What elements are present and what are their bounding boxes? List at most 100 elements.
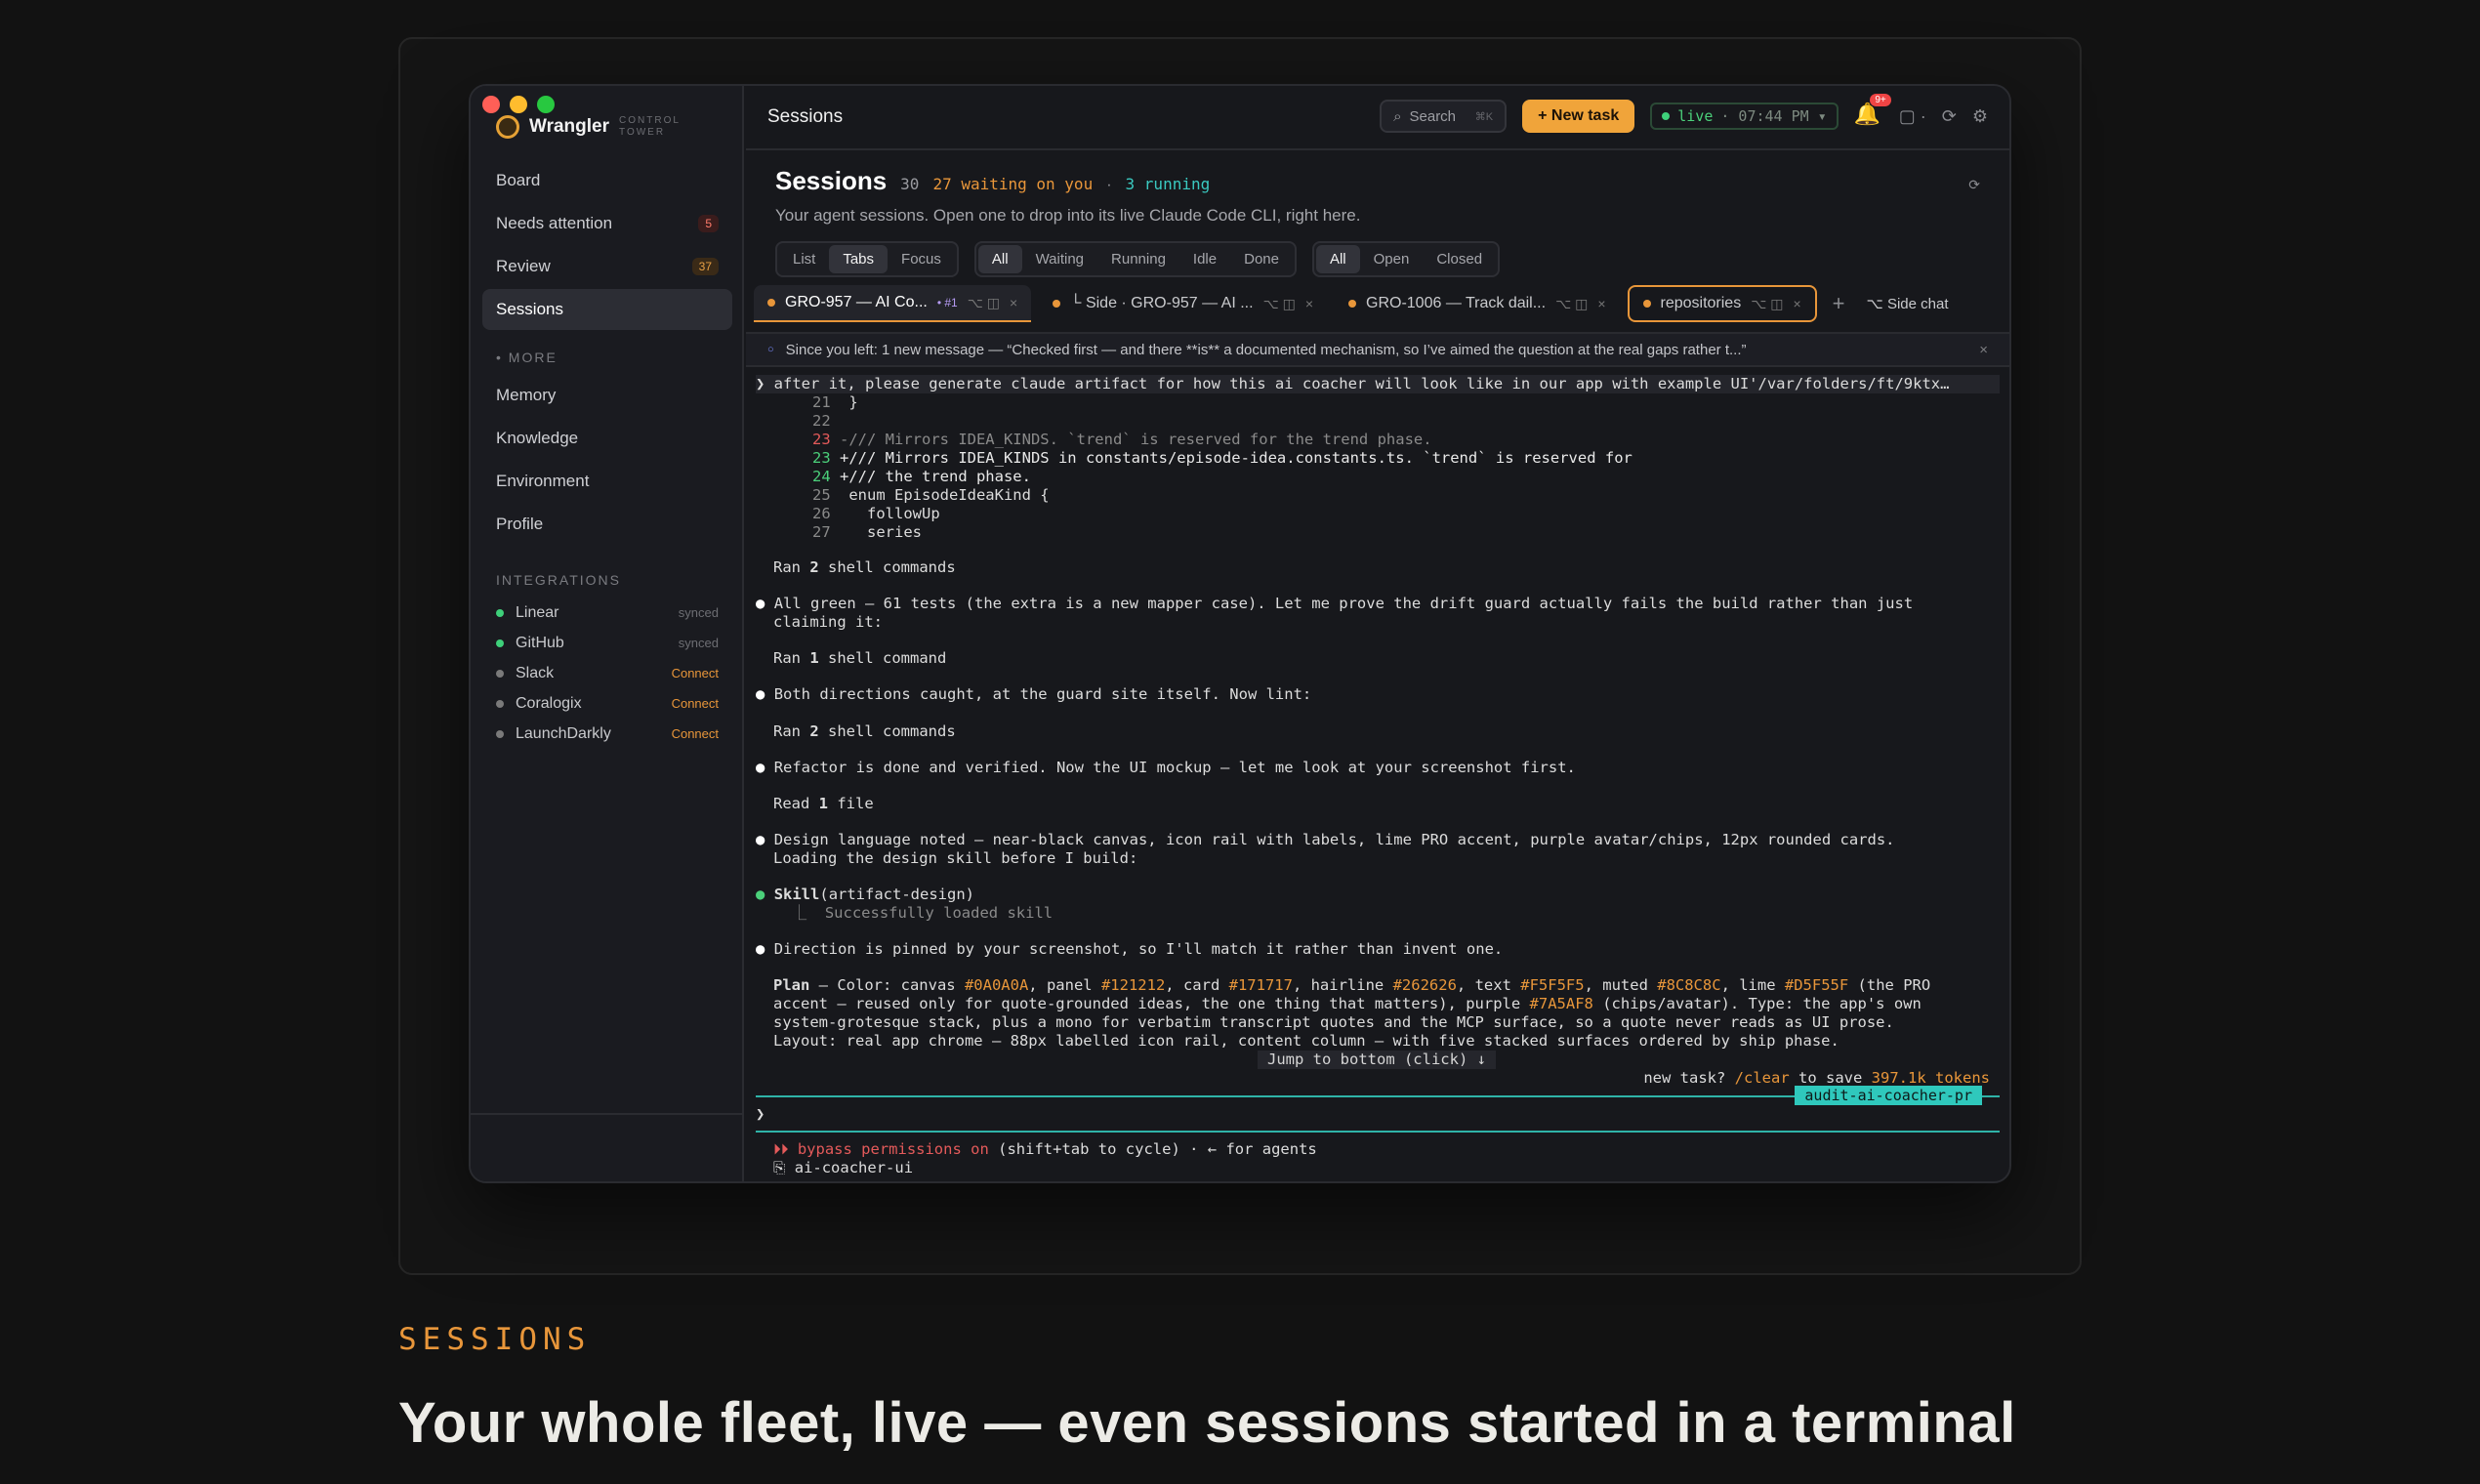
close-tab-icon[interactable]: × [1597,296,1605,311]
filter-all[interactable]: All [977,245,1022,273]
close-banner-icon[interactable]: × [1979,342,1988,358]
diff-line: 27 series [812,523,922,542]
app-tagline: CONTROL TOWER [619,115,681,138]
integration-coralogix[interactable]: Coralogix Connect [482,688,732,719]
input-bottom-rule [756,1131,2000,1133]
close-tab-icon[interactable]: × [1793,296,1800,311]
status-dot [496,699,504,708]
session-tabs: GRO-957 — AI Co... • #1 ⌥ ◫ × └ Side · GRO-… [754,285,2000,322]
status-dot [496,729,504,738]
cwd-status: ⎘ ai-coacher-ui [773,1159,914,1176]
integration-github[interactable]: GitHub synced [482,628,732,658]
sidebar-item-environment[interactable]: Environment [482,461,732,502]
assistant-message: ● All green — 61 tests (the extra is a n… [756,595,1914,612]
state-filter: All Open Closed [1311,241,1501,277]
plan-line: Layout: real app chrome — 88px labelled … [773,1032,1839,1050]
status-dot [496,669,504,678]
tool-summary: Ran 1 shell command [773,649,947,667]
refresh-icon[interactable]: ⟳ [1968,177,1980,193]
integrations-label: INTEGRATIONS [496,572,621,588]
display-toggle-icon[interactable]: ▢ · [1899,106,1926,127]
refresh-icon[interactable]: ⟳ [1942,106,1957,127]
terminal[interactable]: ❯ after it, please generate claude artif… [756,375,2000,1181]
main-panel: Sessions ⌕ Search ⌘K + New task live · 07:4… [746,86,2009,1181]
diff-line: 22 [812,412,840,431]
section-headline: Your whole fleet, live — even sessions s… [398,1391,2016,1455]
zoom-window-button[interactable] [537,96,555,113]
sidebar-item-knowledge[interactable]: Knowledge [482,418,732,459]
filter-focus[interactable]: Focus [888,245,955,273]
filter-state-all[interactable]: All [1315,245,1360,273]
since-you-left-banner: ○ Since you left: 1 new message — “Check… [746,332,2009,367]
diff-line: 24 +/// the trend phase. [812,468,1031,486]
filter-waiting[interactable]: Waiting [1022,245,1097,273]
branch-tag: audit-ai-coacher-pr [1795,1086,1982,1105]
minimize-window-button[interactable] [510,96,527,113]
search-icon: ⌕ [1393,107,1402,125]
settings-gear-icon[interactable]: ⚙ [1972,106,1988,127]
sidebar-item-board[interactable]: Board [482,160,732,201]
line-number: 24 [812,468,840,485]
running-count: 3 running [1125,175,1211,193]
filter-idle[interactable]: Idle [1179,245,1230,273]
assistant-message: ● Both directions caught, at the guard s… [756,685,1312,703]
session-tab[interactable]: GRO-957 — AI Co... • #1 ⌥ ◫ × [754,285,1032,322]
new-task-button[interactable]: + New task [1522,100,1635,133]
brand: Wrangler CONTROL TOWER [496,115,687,139]
waiting-count: 27 waiting on you [932,175,1094,193]
assistant-message-cont: Loading the design skill before I build: [773,849,1138,867]
line-number: 25 [812,486,840,504]
line-number: 26 [812,505,840,522]
connect-link[interactable]: Connect [672,726,719,741]
search-button[interactable]: ⌕ Search ⌘K [1380,100,1508,133]
line-content: series [840,523,922,541]
filter-running[interactable]: Running [1097,245,1179,273]
sidebar-item-memory[interactable]: Memory [482,375,732,416]
session-tab[interactable]: GRO-1006 — Track dail... ⌥ ◫ × [1335,285,1620,322]
filter-list[interactable]: List [779,245,829,273]
jump-to-bottom-button[interactable]: Jump to bottom (click) ↓ [1258,1051,1496,1069]
filter-open[interactable]: Open [1360,245,1424,273]
sidebar-item-needs-attention[interactable]: Needs attention 5 [482,203,732,244]
app-window: Wrangler CONTROL TOWER Board Needs atten… [469,84,2011,1183]
diff-line: 23 -/// Mirrors IDEA_KINDS. `trend` is r… [812,431,1432,449]
sidebar-item-profile[interactable]: Profile [482,504,732,545]
diff-line: 23 +/// Mirrors IDEA_KINDS in constants/… [812,449,1633,468]
count-badge: 5 [698,215,719,232]
connect-link[interactable]: Connect [672,696,719,711]
side-chat-button[interactable]: ⌥ Side chat [1867,295,1949,312]
wrangler-logo-icon [496,115,519,139]
notification-count: 9+ [1870,94,1891,106]
session-tab[interactable]: repositories ⌥ ◫ × [1627,285,1817,322]
status-dot [767,299,775,307]
more-section-label[interactable]: • MORE [482,332,732,375]
session-tab[interactable]: └ Side · GRO-957 — AI ... ⌥ ◫ × [1039,285,1327,322]
filter-done[interactable]: Done [1230,245,1293,273]
live-status[interactable]: live · 07:44 PM ▾ [1650,103,1839,130]
line-number: 27 [812,523,840,541]
line-content: +/// the trend phase. [840,468,1031,485]
filter-tabs[interactable]: Tabs [829,245,889,273]
sidebar-item-review[interactable]: Review 37 [482,246,732,287]
diff-line: 26 followUp [812,505,940,523]
integration-slack[interactable]: Slack Connect [482,658,732,688]
branch-icon: ⌥ ◫ [1262,295,1296,311]
notifications-bell-icon[interactable]: 🔔 9+ [1854,94,1891,131]
connect-link[interactable]: Connect [672,666,719,680]
integration-linear[interactable]: Linear synced [482,598,732,628]
status-filter: All Waiting Running Idle Done [973,241,1297,277]
input-prompt[interactable]: ❯ [756,1105,765,1124]
integration-launchdarkly[interactable]: LaunchDarkly Connect [482,719,732,749]
add-tab-icon[interactable]: + [1833,291,1845,316]
filter-closed[interactable]: Closed [1423,245,1496,273]
sidebar-item-sessions[interactable]: Sessions [482,289,732,330]
sessions-header: Sessions 30 27 waiting on you · 3 runnin… [746,150,2009,277]
tool-summary: Ran 2 shell commands [773,558,956,576]
close-window-button[interactable] [482,96,500,113]
skill-call: ● Skill(artifact-design) [756,886,974,903]
close-tab-icon[interactable]: × [1305,296,1313,311]
session-count: 30 [900,175,920,193]
close-tab-icon[interactable]: × [1010,295,1017,310]
assistant-message: ● Refactor is done and verified. Now the… [756,759,1576,776]
branch-icon: ⌥ ◫ [1555,295,1589,311]
